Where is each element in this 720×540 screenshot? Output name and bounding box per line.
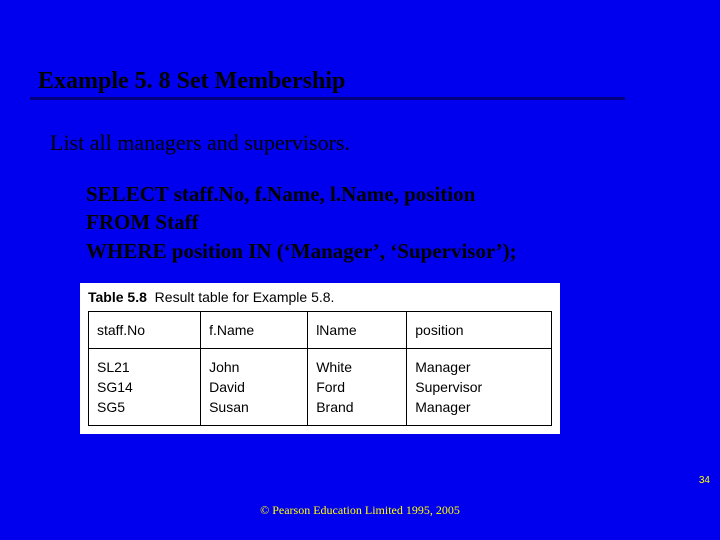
description-text: List all managers and supervisors. <box>0 100 720 156</box>
table-cell: Susan <box>201 397 308 426</box>
table-cell: Manager <box>407 397 552 426</box>
table-header-cell: staff.No <box>89 312 201 349</box>
table-cell: SG5 <box>89 397 201 426</box>
table-cell: David <box>201 377 308 397</box>
table-row: SG14 David Ford Supervisor <box>89 377 552 397</box>
table-cell: Manager <box>407 349 552 378</box>
table-cell: SG14 <box>89 377 201 397</box>
table-header-cell: lName <box>308 312 407 349</box>
sql-block: SELECT staff.No, f.Name, l.Name, positio… <box>0 156 720 265</box>
table-header-cell: f.Name <box>201 312 308 349</box>
table-cell: SL21 <box>89 349 201 378</box>
table-header-row: staff.No f.Name lName position <box>89 312 552 349</box>
sql-line-3: WHERE position IN (‘Manager’, ‘Superviso… <box>86 237 720 265</box>
result-table: staff.No f.Name lName position SL21 John… <box>88 311 552 426</box>
sql-line-2: FROM Staff <box>86 208 720 236</box>
page-number: 34 <box>699 475 710 486</box>
slide-title: Example 5. 8 Set Membership <box>0 0 720 95</box>
table-cell: Brand <box>308 397 407 426</box>
table-caption-text: Result table for Example 5.8. <box>155 289 335 305</box>
table-cell: John <box>201 349 308 378</box>
table-cell: White <box>308 349 407 378</box>
slide: Example 5. 8 Set Membership List all man… <box>0 0 720 540</box>
table-caption: Table 5.8 Result table for Example 5.8. <box>88 289 552 305</box>
sql-line-1: SELECT staff.No, f.Name, l.Name, positio… <box>86 180 720 208</box>
table-row: SG5 Susan Brand Manager <box>89 397 552 426</box>
copyright-footer: © Pearson Education Limited 1995, 2005 <box>0 503 720 518</box>
table-header-cell: position <box>407 312 552 349</box>
table-cell: Supervisor <box>407 377 552 397</box>
table-caption-label: Table 5.8 <box>88 289 147 305</box>
table-row: SL21 John White Manager <box>89 349 552 378</box>
table-cell: Ford <box>308 377 407 397</box>
result-table-container: Table 5.8 Result table for Example 5.8. … <box>80 283 560 434</box>
